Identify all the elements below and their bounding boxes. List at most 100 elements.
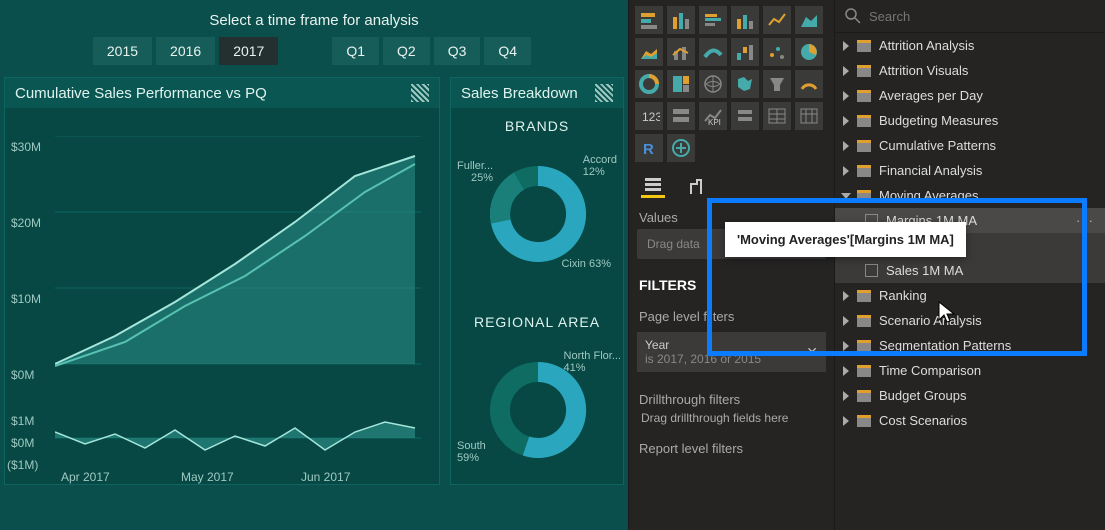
cumulative-sales-card[interactable]: Cumulative Sales Performance vs PQ $30M …: [4, 77, 440, 485]
table-icon: [857, 90, 871, 102]
line-chart-icon[interactable]: [763, 6, 791, 34]
year-2017-button[interactable]: 2017: [219, 37, 278, 65]
spark-tick: $0M: [11, 436, 34, 450]
table-cost-scenarios[interactable]: Cost Scenarios: [835, 408, 1105, 433]
remove-filter-icon[interactable]: ✕: [806, 344, 818, 361]
y-tick: $10M: [11, 292, 41, 306]
table-budget-groups[interactable]: Budget Groups: [835, 383, 1105, 408]
q3-button[interactable]: Q3: [434, 37, 481, 65]
filter-summary: is 2017, 2016 or 2015: [645, 352, 761, 366]
q4-button[interactable]: Q4: [484, 37, 531, 65]
map-icon[interactable]: [699, 70, 727, 98]
kpi-icon[interactable]: KPI: [699, 102, 727, 130]
r-visual-icon[interactable]: R: [635, 134, 663, 162]
multirow-card-icon[interactable]: [667, 102, 695, 130]
table-budgeting-measures[interactable]: Budgeting Measures: [835, 108, 1105, 133]
treemap-icon[interactable]: [667, 70, 695, 98]
slicer-icon[interactable]: [731, 102, 759, 130]
clustered-bar-icon[interactable]: [699, 6, 727, 34]
pie-icon[interactable]: [795, 38, 823, 66]
table-icon: [857, 415, 871, 427]
x-tick: May 2017: [181, 470, 234, 484]
table-viz-icon[interactable]: [763, 102, 791, 130]
year-filter-chip[interactable]: Year is 2017, 2016 or 2015 ✕: [637, 332, 826, 372]
stacked-bar-icon[interactable]: [635, 6, 663, 34]
filters-header: FILTERS: [629, 267, 834, 299]
spark-tick: ($1M): [7, 458, 38, 472]
spark-chart: [55, 410, 421, 466]
table-icon: [857, 390, 871, 402]
spark-tick: $1M: [11, 414, 34, 428]
stacked-column-icon[interactable]: [667, 6, 695, 34]
table-segmentation-patterns[interactable]: Segmentation Patterns: [835, 333, 1105, 358]
matrix-icon[interactable]: [795, 102, 823, 130]
x-tick: Jun 2017: [301, 470, 350, 484]
table-icon: [857, 65, 871, 77]
table-ranking[interactable]: Ranking: [835, 283, 1105, 308]
table-attrition-analysis[interactable]: Attrition Analysis: [835, 33, 1105, 58]
line-column-icon[interactable]: [667, 38, 695, 66]
table-financial-analysis[interactable]: Financial Analysis: [835, 158, 1105, 183]
fields-tab-icon[interactable]: [641, 174, 665, 198]
area-chart-icon[interactable]: [795, 6, 823, 34]
field-sales-1m-ma[interactable]: Sales 1M MA: [835, 258, 1105, 283]
card-icon[interactable]: 123: [635, 102, 663, 130]
svg-text:KPI: KPI: [708, 118, 721, 127]
stacked-area-icon[interactable]: [635, 38, 663, 66]
line-chart: [55, 136, 421, 396]
sales-breakdown-card[interactable]: Sales Breakdown BRANDS Accord12% Fuller.…: [450, 77, 624, 485]
breakdown-title: Sales Breakdown: [461, 85, 578, 102]
year-2015-button[interactable]: 2015: [93, 37, 152, 65]
field-format-tabs: [629, 168, 834, 200]
search-input[interactable]: [869, 9, 1095, 24]
drill-mode-icon[interactable]: [595, 84, 613, 102]
y-tick: $30M: [11, 140, 41, 154]
gauge-icon[interactable]: [795, 70, 823, 98]
visualizations-pane: 123 KPI R Values Drag data FILTERS Page …: [628, 0, 835, 530]
y-tick: $20M: [11, 216, 41, 230]
table-icon: [857, 115, 871, 127]
filled-map-icon[interactable]: [731, 70, 759, 98]
line-card-title: Cumulative Sales Performance vs PQ: [15, 85, 267, 102]
format-tab-icon[interactable]: [683, 174, 707, 198]
table-icon: [857, 365, 871, 377]
brands-donut: Accord12% Fuller...25% Cixin 63%: [451, 134, 623, 304]
table-time-comparison[interactable]: Time Comparison: [835, 358, 1105, 383]
table-icon: [857, 140, 871, 152]
year-2016-button[interactable]: 2016: [156, 37, 215, 65]
more-options-icon[interactable]: ···: [1076, 213, 1095, 228]
drill-mode-icon[interactable]: [411, 84, 429, 102]
table-icon: [857, 165, 871, 177]
scatter-icon[interactable]: [763, 38, 791, 66]
table-icon: [857, 340, 871, 352]
checkbox-icon[interactable]: [865, 264, 878, 277]
table-moving-averages[interactable]: Moving Averages: [835, 183, 1105, 208]
x-tick: Apr 2017: [61, 470, 110, 484]
drill-label: Drillthrough filters: [629, 376, 834, 411]
clustered-column-icon[interactable]: [731, 6, 759, 34]
brands-label: BRANDS: [451, 118, 623, 134]
donut-icon[interactable]: [635, 70, 663, 98]
table-averages-per-day[interactable]: Averages per Day: [835, 83, 1105, 108]
table-icon: [857, 315, 871, 327]
ribbon-icon[interactable]: [699, 38, 727, 66]
q1-button[interactable]: Q1: [332, 37, 379, 65]
table-attrition-visuals[interactable]: Attrition Visuals: [835, 58, 1105, 83]
table-scenario-analysis[interactable]: Scenario Analysis: [835, 308, 1105, 333]
field-tooltip: 'Moving Averages'[Margins 1M MA]: [725, 222, 966, 257]
filter-field-name: Year: [645, 338, 761, 352]
report-canvas: Select a time frame for analysis 2015 20…: [0, 0, 628, 530]
table-icon: [857, 290, 871, 302]
time-button-row: 2015 2016 2017 Q1 Q2 Q3 Q4: [0, 37, 628, 65]
q2-button[interactable]: Q2: [383, 37, 430, 65]
table-cumulative-patterns[interactable]: Cumulative Patterns: [835, 133, 1105, 158]
import-visual-icon[interactable]: [667, 134, 695, 162]
fields-search[interactable]: [835, 0, 1105, 33]
fields-pane: Attrition Analysis Attrition Visuals Ave…: [835, 0, 1105, 530]
fields-list: Attrition Analysis Attrition Visuals Ave…: [835, 33, 1105, 530]
waterfall-icon[interactable]: [731, 38, 759, 66]
drill-placeholder[interactable]: Drag drillthrough fields here: [629, 411, 834, 431]
viz-gallery: 123 KPI R: [629, 0, 834, 168]
funnel-icon[interactable]: [763, 70, 791, 98]
y-tick: $0M: [11, 368, 34, 382]
